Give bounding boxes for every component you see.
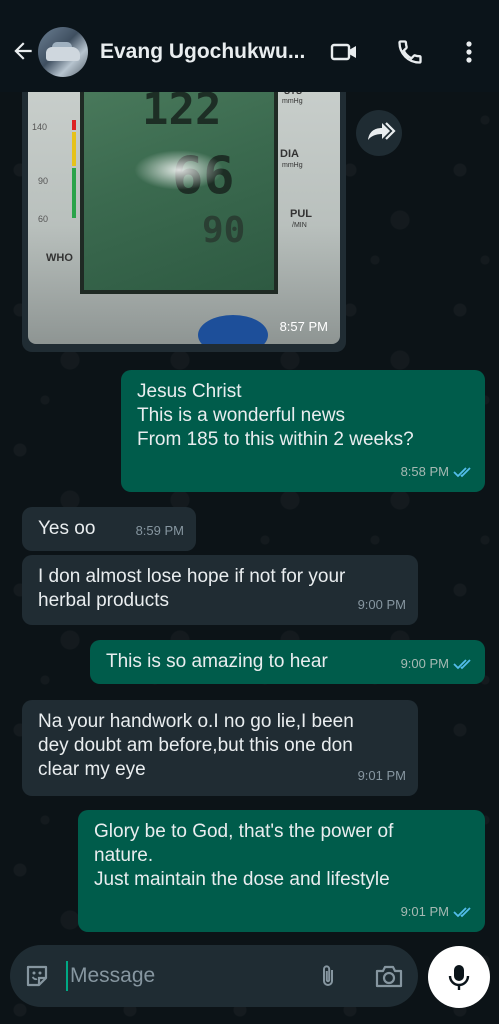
message-text: This is so amazing to hear bbox=[106, 651, 328, 672]
scale-green bbox=[72, 168, 76, 218]
message-meta: 8:59 PM bbox=[136, 519, 184, 543]
sys-unit: mmHg bbox=[282, 98, 303, 105]
message-bubble-outgoing[interactable]: This is so amazing to hear 9:00 PM bbox=[90, 640, 485, 684]
who-label: WHO bbox=[46, 252, 73, 264]
blood-pressure-monitor-photo[interactable]: 140 90 60 WHO 122 66 90 SYS mmHg DIA mmH… bbox=[28, 80, 340, 344]
message-time: 9:01 PM bbox=[357, 768, 406, 783]
message-text: Na your handwork o.I no go lie,I been de… bbox=[38, 711, 354, 780]
message-composer[interactable]: Message bbox=[10, 945, 418, 1007]
message-time: 8:59 PM bbox=[135, 523, 184, 538]
message-bubble-outgoing[interactable]: Glory be to God, that's the power of nat… bbox=[78, 810, 485, 932]
pul-unit: /MIN bbox=[292, 222, 307, 229]
message-time: 9:01 PM bbox=[400, 904, 449, 919]
emoji-sticker-icon[interactable] bbox=[24, 963, 50, 989]
message-text: Yes oo bbox=[38, 518, 96, 539]
avatar[interactable] bbox=[38, 27, 88, 77]
scale-label-60: 60 bbox=[38, 214, 49, 224]
message-meta: 9:00 PM bbox=[358, 593, 406, 617]
scale-label-140: 140 bbox=[32, 122, 48, 132]
message-time: 9:00 PM bbox=[400, 656, 449, 671]
paperclip-icon[interactable] bbox=[316, 963, 340, 989]
more-vert-icon[interactable] bbox=[455, 38, 483, 66]
dia-label: DIA bbox=[280, 148, 299, 160]
camera-icon[interactable] bbox=[374, 963, 404, 989]
text-cursor bbox=[66, 961, 68, 991]
scale-yellow bbox=[72, 132, 76, 166]
phone-icon[interactable] bbox=[396, 38, 424, 66]
microphone-icon bbox=[448, 965, 470, 990]
message-meta: 9:01 PM bbox=[358, 764, 406, 788]
pul-label: PUL bbox=[290, 208, 312, 220]
read-ticks-icon bbox=[453, 907, 471, 918]
message-time: 8:58 PM bbox=[400, 464, 449, 479]
message-bubble-incoming[interactable]: Na your handwork o.I no go lie,I been de… bbox=[22, 700, 418, 796]
read-ticks-icon bbox=[453, 659, 471, 670]
forward-button[interactable] bbox=[356, 110, 402, 156]
message-text: Glory be to God, that's the power of nat… bbox=[94, 821, 394, 890]
message-bubble-outgoing[interactable]: Jesus Christ This is a wonderful news Fr… bbox=[121, 370, 485, 492]
reading-pul: 90 bbox=[202, 210, 246, 251]
message-text: I don almost lose hope if not for your h… bbox=[38, 566, 346, 611]
image-message[interactable]: 140 90 60 WHO 122 66 90 SYS mmHg DIA mmH… bbox=[22, 80, 346, 352]
video-call-icon[interactable] bbox=[330, 38, 358, 66]
message-input[interactable]: Message bbox=[70, 964, 155, 988]
message-text: Jesus Christ This is a wonderful news Fr… bbox=[137, 381, 414, 450]
message-bubble-incoming[interactable]: I don almost lose hope if not for your h… bbox=[22, 555, 418, 625]
arrow-left-icon[interactable] bbox=[10, 38, 36, 64]
message-time: 9:00 PM bbox=[357, 597, 406, 612]
message-meta: 9:01 PM bbox=[401, 900, 473, 924]
message-meta: 8:58 PM bbox=[401, 460, 473, 484]
scale-red bbox=[72, 120, 76, 130]
voice-message-button[interactable] bbox=[428, 946, 490, 1008]
scale-label-90: 90 bbox=[38, 176, 49, 186]
contact-name[interactable]: Evang Ugochukwu... bbox=[100, 40, 305, 64]
lcd-screen: 122 66 90 bbox=[80, 80, 278, 294]
forward-icon bbox=[368, 122, 396, 140]
chat-header: Evang Ugochukwu... bbox=[0, 0, 499, 92]
dia-unit: mmHg bbox=[282, 162, 303, 169]
message-bubble-incoming[interactable]: Yes oo 8:59 PM bbox=[22, 507, 196, 551]
read-ticks-icon bbox=[453, 467, 471, 478]
monitor-button bbox=[198, 315, 268, 344]
message-time: 8:57 PM bbox=[279, 319, 328, 334]
message-meta: 9:00 PM bbox=[401, 652, 473, 676]
